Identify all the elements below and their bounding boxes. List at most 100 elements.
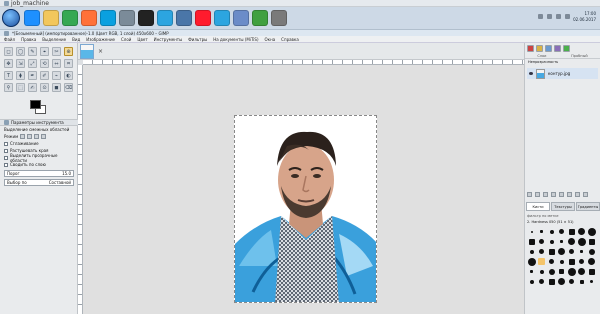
mail-icon[interactable] xyxy=(233,10,249,26)
firefox-icon[interactable] xyxy=(81,10,97,26)
explorer-icon[interactable] xyxy=(43,10,59,26)
brush-39[interactable] xyxy=(567,277,576,286)
brush-1[interactable] xyxy=(537,227,546,236)
menu-item-10[interactable]: Окна xyxy=(265,37,276,42)
brush-tab-0[interactable]: Кисти xyxy=(526,202,550,211)
menu-item-7[interactable]: Инструменты xyxy=(154,37,183,42)
layers-tab-icon[interactable] xyxy=(527,45,534,52)
brush-32[interactable] xyxy=(567,267,576,276)
menu-item-8[interactable]: Фильтры xyxy=(188,37,207,42)
brush-7[interactable] xyxy=(527,237,536,246)
telegram-icon[interactable] xyxy=(214,10,230,26)
sample-merged-option[interactable]: Выделить прозрачные области xyxy=(0,153,78,163)
menu-item-1[interactable]: Правка xyxy=(21,37,36,42)
brush-36[interactable] xyxy=(537,277,546,286)
antialias-option[interactable]: Сглаживание xyxy=(0,140,78,147)
mode-replace-button[interactable] xyxy=(20,134,26,139)
brush-13[interactable] xyxy=(587,237,596,246)
alien-icon[interactable] xyxy=(119,10,135,26)
brush-22[interactable] xyxy=(537,257,546,266)
brush-26[interactable] xyxy=(577,257,586,266)
menu-item-4[interactable]: Изображение xyxy=(86,37,115,42)
brush-34[interactable] xyxy=(587,267,596,276)
brush-2[interactable] xyxy=(547,227,556,236)
gimp-icon[interactable] xyxy=(271,10,287,26)
brush-4[interactable] xyxy=(567,227,576,236)
brush-25[interactable] xyxy=(567,257,576,266)
brush-35[interactable] xyxy=(527,277,536,286)
tray-arrow-icon[interactable] xyxy=(538,14,543,19)
image-canvas[interactable] xyxy=(234,115,377,303)
brush-40[interactable] xyxy=(577,277,586,286)
tool-8-icon[interactable]: ⤢ xyxy=(28,59,37,68)
raise-layer-icon[interactable] xyxy=(543,192,548,197)
menu-item-11[interactable]: Справка xyxy=(281,37,299,42)
layer-row[interactable]: контур.jpg xyxy=(527,68,598,79)
menu-item-5[interactable]: Слой xyxy=(121,37,131,42)
brush-23[interactable] xyxy=(547,257,556,266)
start-button[interactable] xyxy=(2,9,20,27)
tool-4-icon[interactable]: ✂ xyxy=(52,47,61,56)
brush-9[interactable] xyxy=(547,237,556,246)
brush-12[interactable] xyxy=(577,237,586,246)
lower-layer-icon[interactable] xyxy=(551,192,556,197)
sample-all-checkbox[interactable] xyxy=(4,162,8,167)
brush-14[interactable] xyxy=(527,247,536,256)
anchor-layer-icon[interactable] xyxy=(567,192,572,197)
language-icon[interactable] xyxy=(565,14,570,19)
tool-21-icon[interactable]: ⊙ xyxy=(40,83,49,92)
mode-intersect-button[interactable] xyxy=(41,134,47,139)
tool-5-icon[interactable]: ⊕ xyxy=(64,47,73,56)
brush-41[interactable] xyxy=(587,277,596,286)
dock-tab-right-label[interactable]: Пробный xyxy=(571,54,587,58)
browser-tab[interactable]: job_machine xyxy=(0,0,53,7)
undo-tab-icon[interactable] xyxy=(554,45,561,52)
brush-27[interactable] xyxy=(587,257,596,266)
brush-8[interactable] xyxy=(537,237,546,246)
volume-icon[interactable] xyxy=(556,14,561,19)
menu-item-3[interactable]: Вид xyxy=(72,37,80,42)
tool-6-icon[interactable]: ✥ xyxy=(4,59,13,68)
tool-23-icon[interactable]: ⌫ xyxy=(64,83,73,92)
mask-layer-icon[interactable] xyxy=(575,192,580,197)
brush-19[interactable] xyxy=(577,247,586,256)
brush-31[interactable] xyxy=(557,267,566,276)
tool-17-icon[interactable]: ◐ xyxy=(64,71,73,80)
delete-layer-icon[interactable] xyxy=(583,192,588,197)
tool-2-icon[interactable]: ✎ xyxy=(28,47,37,56)
brush-30[interactable] xyxy=(547,267,556,276)
select-by-dropdown[interactable]: Выбор по Составной xyxy=(4,179,74,186)
clock[interactable]: 17:00 02.06.2017 xyxy=(573,11,596,23)
layer-mode-row[interactable]: Непрозрачность xyxy=(525,59,600,65)
channels-tab-icon[interactable] xyxy=(536,45,543,52)
telegram-icon[interactable] xyxy=(157,10,173,26)
menu-item-2[interactable]: Выделение xyxy=(42,37,66,42)
tool-18-icon[interactable]: ⚲ xyxy=(4,83,13,92)
mode-subtract-button[interactable] xyxy=(34,134,40,139)
brush-15[interactable] xyxy=(537,247,546,256)
menu-item-6[interactable]: Цвет xyxy=(137,37,147,42)
new-layer-icon[interactable] xyxy=(527,192,532,197)
brush-20[interactable] xyxy=(587,247,596,256)
tool-16-icon[interactable]: ⌁ xyxy=(52,71,61,80)
dock-tab-left-label[interactable]: Слои xyxy=(537,54,546,58)
brush-16[interactable] xyxy=(547,247,556,256)
tool-7-icon[interactable]: ⇲ xyxy=(16,59,25,68)
layer-visibility-eye-icon[interactable] xyxy=(529,72,533,75)
brush-37[interactable] xyxy=(547,277,556,286)
tool-15-icon[interactable]: ✐ xyxy=(40,71,49,80)
brush-0[interactable] xyxy=(527,227,536,236)
threshold-field[interactable]: Порог 15.0 xyxy=(4,170,74,177)
chrome-icon[interactable] xyxy=(62,10,78,26)
tool-13-icon[interactable]: ⧫ xyxy=(16,71,25,80)
network-icon[interactable] xyxy=(547,14,552,19)
menu-item-0[interactable]: Файл xyxy=(4,37,15,42)
brush-10[interactable] xyxy=(557,237,566,246)
brush-filter-field[interactable]: фильтр по метке xyxy=(527,214,559,218)
image-tab-close-icon[interactable]: × xyxy=(98,48,103,55)
colors-tab-icon[interactable] xyxy=(563,45,570,52)
sample-merged-checkbox[interactable] xyxy=(4,155,8,160)
tool-0-icon[interactable]: ◻ xyxy=(4,47,13,56)
tool-12-icon[interactable]: T xyxy=(4,71,13,80)
brush-18[interactable] xyxy=(567,247,576,256)
